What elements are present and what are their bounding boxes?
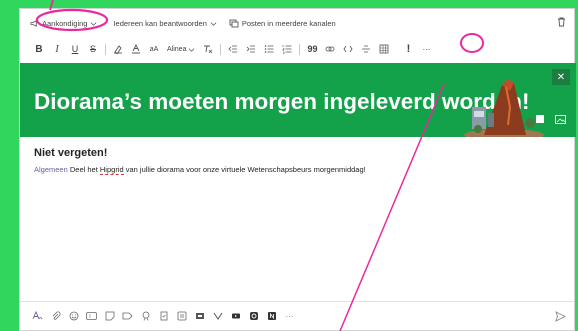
stream-icon[interactable] bbox=[228, 309, 243, 324]
channels-icon bbox=[229, 19, 239, 27]
updates-icon[interactable] bbox=[192, 309, 207, 324]
announcement-banner: Diorama’s moeten morgen ingeleverd worde… bbox=[20, 63, 576, 137]
reply-permission-dropdown[interactable]: Iedereen kan beantwoorden bbox=[113, 18, 217, 28]
body-text-start: Deel het bbox=[67, 165, 100, 174]
divider bbox=[220, 43, 222, 55]
divider bbox=[105, 43, 106, 55]
italic-button[interactable]: I bbox=[48, 40, 66, 58]
mark-important-button[interactable]: ! bbox=[399, 40, 417, 58]
trash-icon[interactable] bbox=[557, 17, 566, 29]
paragraph-label: Alinea bbox=[167, 45, 187, 53]
formatting-toolbar: B I U S aA Alinea 99 ! ··· bbox=[20, 37, 574, 61]
emoji-icon[interactable] bbox=[66, 309, 81, 324]
approvals-icon[interactable] bbox=[156, 309, 171, 324]
gif-icon[interactable] bbox=[84, 309, 99, 324]
bold-button[interactable]: B bbox=[30, 40, 48, 58]
divider bbox=[299, 43, 301, 55]
message-subject[interactable]: Niet vergeten! bbox=[34, 147, 107, 159]
announcement-label: Aankondiging bbox=[42, 18, 88, 28]
banner-style-icon[interactable] bbox=[532, 112, 548, 126]
post-multiple-channels-label: Posten in meerdere kanalen bbox=[241, 18, 336, 28]
chevron-down-icon bbox=[189, 47, 195, 52]
decrease-indent-icon[interactable] bbox=[224, 40, 242, 58]
paragraph-dropdown[interactable]: Alinea bbox=[163, 46, 199, 53]
quote-button[interactable]: 99 bbox=[303, 40, 321, 58]
body-text-end: van jullie diorama voor onze virtuele We… bbox=[123, 165, 366, 174]
chevron-down-icon bbox=[91, 21, 97, 26]
send-icon[interactable] bbox=[555, 309, 567, 327]
strikethrough-button[interactable]: S bbox=[84, 40, 102, 58]
attach-icon[interactable] bbox=[48, 309, 63, 324]
viva-icon[interactable] bbox=[210, 309, 225, 324]
more-options-button[interactable]: ··· bbox=[417, 40, 435, 58]
compose-options-row: Aankondiging Iedereen kan beantwoorden P… bbox=[20, 9, 574, 37]
reply-permission-label: Iedereen kan beantwoorden bbox=[113, 18, 207, 28]
quizlet-icon[interactable] bbox=[246, 309, 261, 324]
underline-button[interactable]: U bbox=[66, 40, 84, 58]
praise-icon[interactable] bbox=[138, 309, 153, 324]
channel-mention[interactable]: Algemeen bbox=[34, 165, 68, 174]
chevron-down-icon bbox=[210, 21, 217, 26]
post-multiple-channels-button[interactable]: Posten in meerdere kanalen bbox=[229, 19, 336, 28]
megaphone-icon bbox=[30, 19, 37, 27]
more-apps-button[interactable]: ··· bbox=[282, 309, 297, 324]
meet-icon[interactable] bbox=[120, 309, 135, 324]
banner-headline[interactable]: Diorama’s moeten morgen ingeleverd worde… bbox=[34, 89, 530, 115]
clear-formatting-icon[interactable] bbox=[199, 40, 217, 58]
close-banner-icon[interactable]: ✕ bbox=[552, 69, 570, 85]
format-icon[interactable] bbox=[30, 309, 45, 324]
bottom-toolbar: ··· bbox=[20, 301, 574, 330]
bulleted-list-icon[interactable] bbox=[260, 40, 278, 58]
table-icon[interactable] bbox=[375, 40, 393, 58]
compose-box: Aankondiging Iedereen kan beantwoorden P… bbox=[19, 8, 576, 331]
forms-icon[interactable] bbox=[174, 309, 189, 324]
announcement-dropdown[interactable]: Aankondiging bbox=[26, 17, 101, 30]
highlight-icon[interactable] bbox=[109, 40, 127, 58]
link-icon[interactable] bbox=[321, 40, 339, 58]
banner-image-icon[interactable] bbox=[552, 112, 568, 126]
message-body[interactable]: Algemeen Deel het Hipgrid van jullie dio… bbox=[34, 165, 366, 175]
sticker-icon[interactable] bbox=[102, 309, 117, 324]
misspelled-word[interactable]: Hipgrid bbox=[99, 165, 124, 175]
font-color-icon[interactable] bbox=[127, 40, 145, 58]
onenote-icon[interactable] bbox=[264, 309, 279, 324]
increase-indent-icon[interactable] bbox=[242, 40, 260, 58]
code-icon[interactable] bbox=[339, 40, 357, 58]
volcano-illustration bbox=[464, 79, 544, 137]
font-size-button[interactable]: aA bbox=[145, 40, 163, 58]
numbered-list-icon[interactable] bbox=[278, 40, 296, 58]
horizontal-rule-icon[interactable] bbox=[357, 40, 375, 58]
